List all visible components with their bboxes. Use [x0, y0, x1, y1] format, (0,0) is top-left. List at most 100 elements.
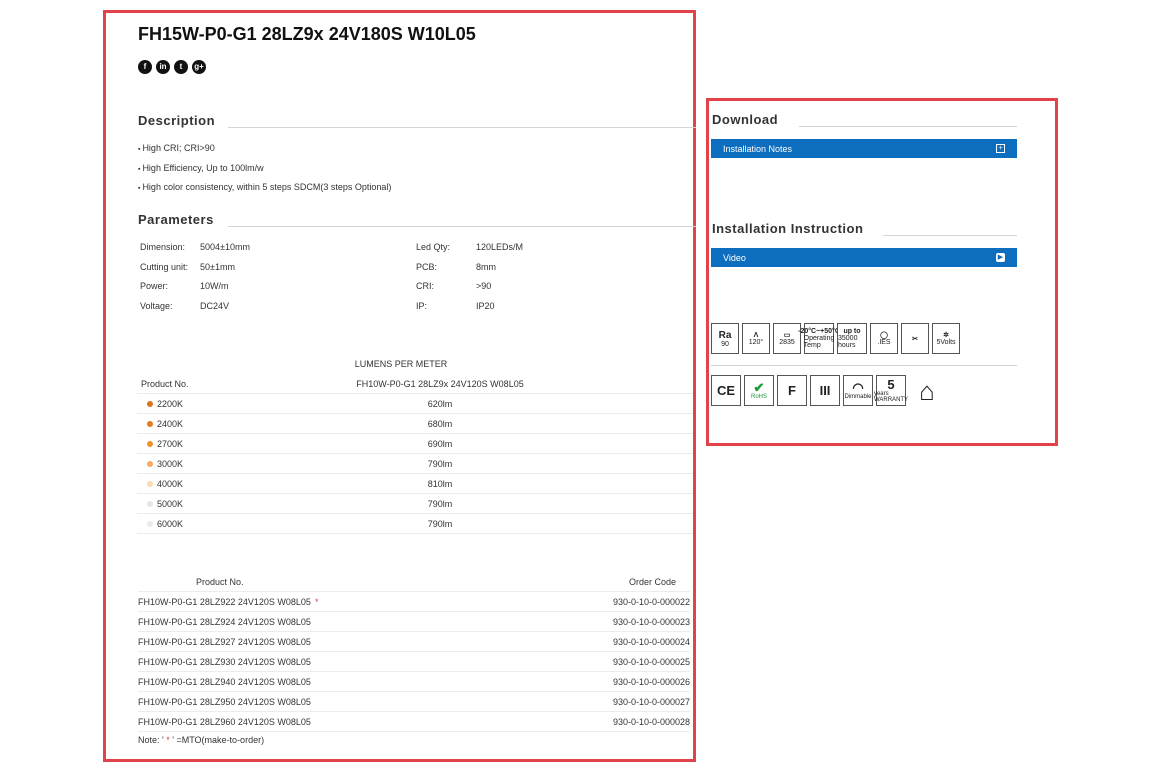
- lumens-row: 2200K 620lm: [137, 394, 693, 414]
- icon-bottom-text: 35000 hours: [838, 335, 858, 349]
- feature-icons-row: Ra 90 Λ 120° ▭ 2835 -20°C~+50°C Operating Temp u…: [711, 323, 960, 354]
- installation-heading: Installation Instruction: [712, 221, 864, 236]
- icon-top-text: III: [819, 383, 831, 398]
- param-value: 120LEDs/M: [476, 242, 524, 252]
- icon-bottom-text: 2835: [779, 339, 795, 346]
- icon-top-text: ▭: [783, 332, 791, 339]
- download-divider: [799, 126, 1017, 127]
- installation-divider: [883, 235, 1017, 236]
- dimmable-icon: ◠ Dimmable: [843, 375, 873, 406]
- order-header-row: Product No. Order Code: [138, 572, 690, 592]
- class-iii-icon: III: [810, 375, 840, 406]
- cct-value: 2700K: [157, 438, 184, 449]
- description-item: High color consistency, within 5 steps S…: [138, 182, 391, 202]
- order-row: FH10W-P0-G1 28LZ950 24V120S W08L05 930-0-…: [138, 692, 690, 712]
- mto-note: Note: ' * ' =MTO(make-to-order): [138, 735, 264, 745]
- color-swatch: [147, 440, 153, 447]
- lumen-value: 790lm: [427, 458, 453, 469]
- sidebar-panel: Download Installation Notes + Installati…: [706, 98, 1058, 446]
- video-label: Video: [723, 252, 746, 263]
- lumens-table: Product No. FH10W-P0-G1 28LZ9x 24V120S W…: [137, 374, 693, 534]
- param-value: >90: [476, 281, 492, 291]
- linkedin-icon[interactable]: in: [156, 60, 170, 74]
- google-plus-icon[interactable]: g+: [192, 60, 206, 74]
- description-item: High CRI; CRI>90: [138, 143, 391, 163]
- facebook-icon[interactable]: f: [138, 60, 152, 74]
- cct-cell: 4000K: [137, 479, 257, 489]
- icon-bottom-text: years WARRANTY: [873, 391, 909, 403]
- description-divider: [228, 127, 696, 128]
- cct-value: 6000K: [157, 518, 184, 529]
- led-chip-icon: ▭ 2835: [773, 323, 801, 354]
- play-icon[interactable]: ▶: [996, 253, 1005, 262]
- icon-top-text: ✔: [753, 380, 765, 395]
- icon-top-text: Ra: [718, 329, 732, 341]
- indoor-icon: ⌂: [909, 375, 945, 406]
- param-label: CRI:: [416, 281, 434, 291]
- lumens-col-product: Product No.: [141, 378, 189, 389]
- dimmable-5v-icon: ✲ 5Volts: [932, 323, 960, 354]
- color-swatch: [147, 500, 153, 507]
- rohs-icon: ✔ RoHS: [744, 375, 774, 406]
- lumen-value: 810lm: [427, 478, 453, 489]
- certification-icons-row: CE ✔ RoHS F III ◠ Dimmable 5 years WARRANTY ⌂: [711, 375, 945, 406]
- icon-top-text: ◠: [852, 380, 864, 395]
- lumens-row: 5000K 790lm: [137, 494, 693, 514]
- ce-icon: CE: [711, 375, 741, 406]
- lumens-row: 2700K 690lm: [137, 434, 693, 454]
- param-label: Power:: [140, 281, 169, 291]
- order-code: 930-0-10-0-000026: [612, 676, 690, 687]
- lumen-value: 690lm: [427, 438, 453, 449]
- product-number-text: FH10W-P0-G1 28LZ922 24V120S W08L05: [138, 596, 311, 607]
- product-number: FH10W-P0-G1 28LZ960 24V120S W08L05: [138, 717, 570, 727]
- param-label: IP:: [416, 300, 428, 311]
- lumen-value: 620lm: [427, 398, 453, 409]
- product-number: FH10W-P0-G1 28LZ922 24V120S W08L05 *: [138, 597, 570, 607]
- param-label: Cutting unit:: [140, 261, 189, 272]
- installation-notes-link[interactable]: Installation Notes +: [711, 139, 1017, 158]
- operating-temp-icon: -20°C~+50°C Operating Temp: [798, 323, 840, 354]
- icon-top-text: Λ: [753, 331, 759, 339]
- order-code-table: Product No. Order Code FH10W-P0-G1 28LZ9…: [138, 572, 690, 732]
- product-number-text: FH10W-P0-G1 28LZ927 24V120S W08L05: [138, 636, 311, 647]
- expand-icon[interactable]: +: [996, 144, 1005, 153]
- order-code: 930-0-10-0-000022: [612, 596, 690, 607]
- lumen-value: 790lm: [427, 498, 453, 509]
- lumen-value: 790lm: [427, 518, 453, 529]
- description-list: High CRI; CRI>90 High Efficiency, Up to …: [138, 143, 391, 202]
- description-heading: Description: [138, 113, 216, 128]
- lumens-col-model: FH10W-P0-G1 28LZ9x 24V120S W08L05: [356, 378, 524, 389]
- cct-cell: 3000K: [137, 459, 257, 469]
- product-number: FH10W-P0-G1 28LZ924 24V120S W08L05: [138, 617, 570, 627]
- order-row: FH10W-P0-G1 28LZ940 24V120S W08L05 930-0-…: [138, 672, 690, 692]
- product-number: FH10W-P0-G1 28LZ940 24V120S W08L05: [138, 677, 570, 687]
- icon-bottom-text: Dimmable: [844, 394, 872, 400]
- param-value: 5004±10mm: [200, 242, 250, 252]
- color-swatch: [147, 400, 153, 407]
- color-swatch: [147, 480, 153, 487]
- f-mark-icon: F: [777, 375, 807, 406]
- icon-top-text: ◯: [880, 332, 888, 339]
- param-value: IP20: [476, 300, 495, 311]
- social-share-bar: f in t g+: [138, 60, 206, 74]
- cct-cell: 2400K: [137, 419, 257, 429]
- order-code: 930-0-10-0-000025: [612, 656, 690, 667]
- mto-flag: *: [314, 596, 319, 607]
- order-col-product: Product No.: [196, 576, 244, 587]
- warranty-icon: 5 years WARRANTY: [873, 375, 909, 406]
- product-number: FH10W-P0-G1 28LZ930 24V120S W08L05: [138, 657, 570, 667]
- note-text: ' =MTO(make-to-order): [172, 735, 265, 745]
- twitter-icon[interactable]: t: [174, 60, 188, 74]
- product-title: FH15W-P0-G1 28LZ9x 24V180S W10L05: [138, 24, 476, 44]
- parameters-left: Dimension: 5004±10mm Cutting unit: 50±1mm …: [140, 242, 250, 320]
- param-label: Led Qty:: [416, 242, 451, 252]
- param-value: 8mm: [476, 261, 496, 272]
- color-swatch: [147, 520, 153, 527]
- icon-bottom-text: 120°: [748, 338, 764, 346]
- ra90-icon: Ra 90: [711, 323, 739, 354]
- param-value: 50±1mm: [200, 261, 235, 272]
- order-row: FH10W-P0-G1 28LZ927 24V120S W08L05 930-0-…: [138, 632, 690, 652]
- note-text: Note: ': [138, 735, 164, 745]
- video-link[interactable]: Video ▶: [711, 248, 1017, 267]
- icon-bottom-text: .IES: [877, 339, 891, 346]
